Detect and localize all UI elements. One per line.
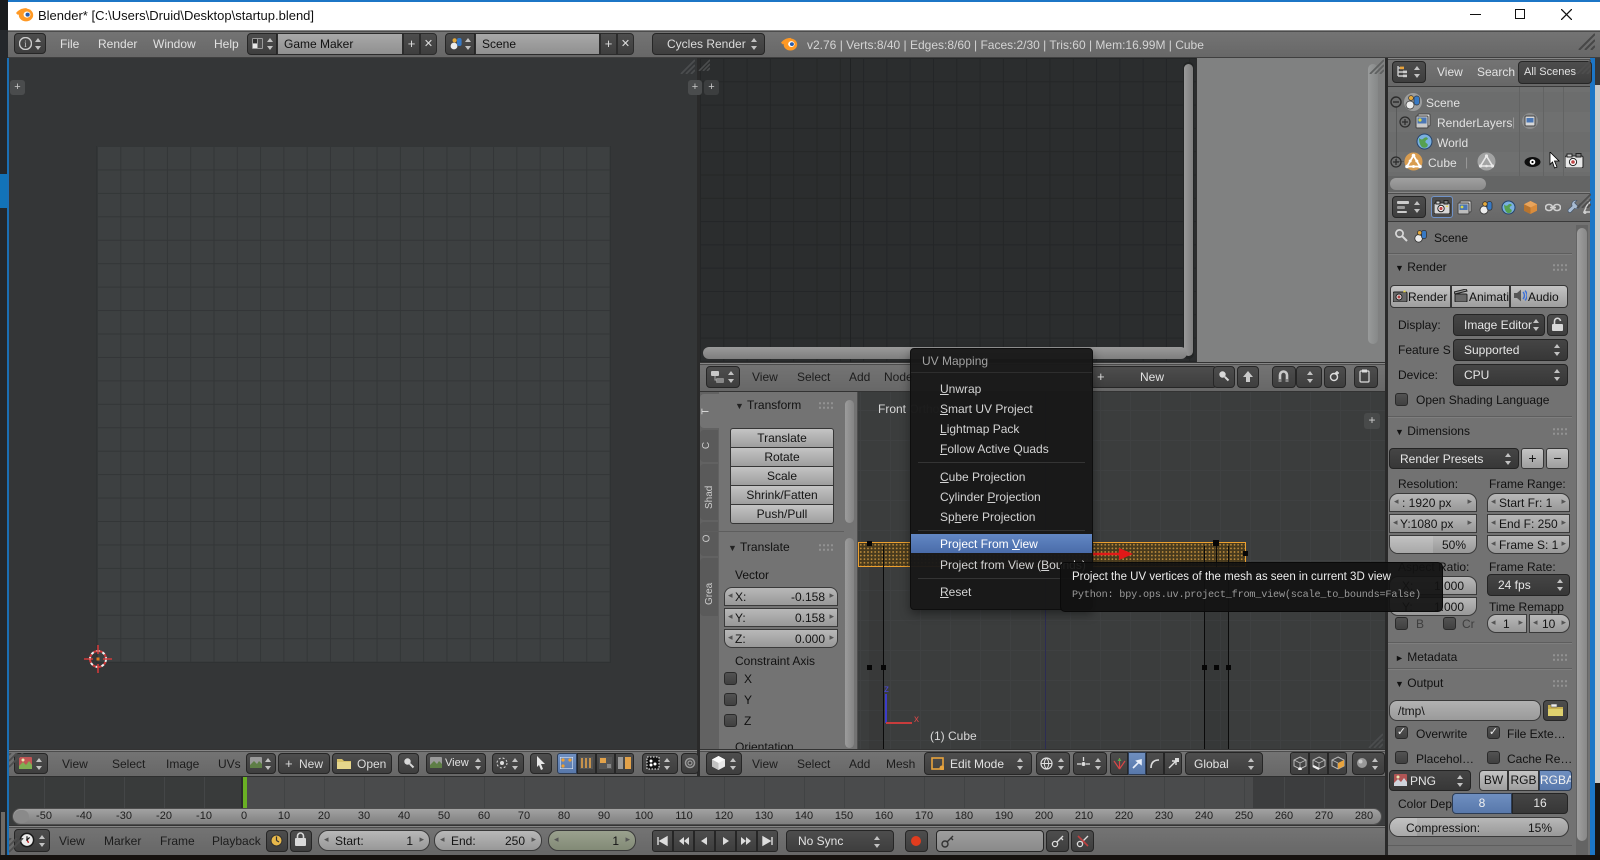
- svg-text:z: z: [884, 684, 889, 695]
- svg-text:x: x: [914, 714, 919, 725]
- svg-text:i: i: [24, 39, 27, 49]
